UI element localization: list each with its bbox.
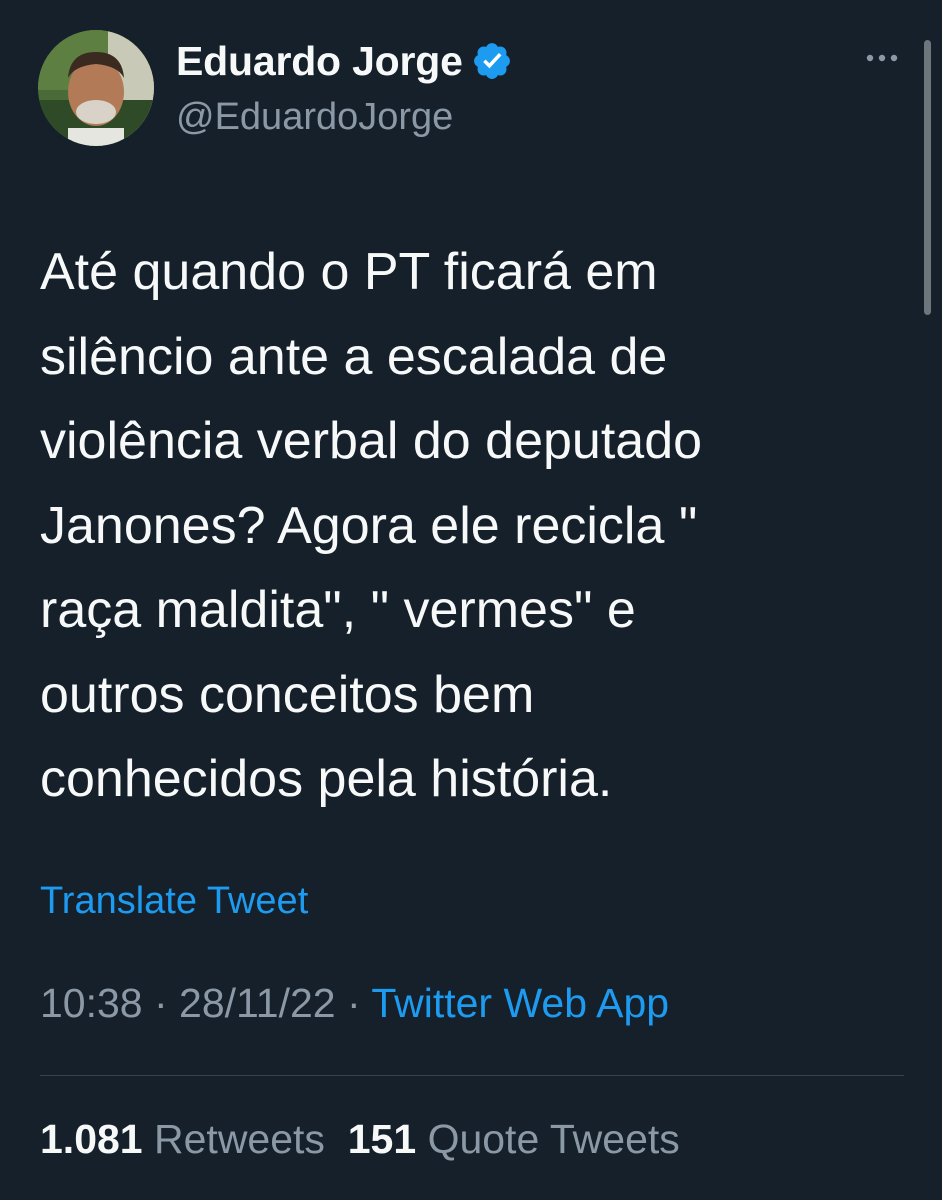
author-handle[interactable]: @EduardoJorge <box>176 96 453 139</box>
author-display-name[interactable]: Eduardo Jorge <box>176 38 463 85</box>
divider <box>40 1075 904 1076</box>
tweet-stats: 1.081 Retweets 151 Quote Tweets <box>40 1116 680 1163</box>
more-horizontal-icon[interactable] <box>862 50 902 66</box>
retweets-stat[interactable]: 1.081 Retweets <box>40 1116 325 1162</box>
quotes-count: 151 <box>347 1116 417 1162</box>
tweet-date[interactable]: 28/11/22 <box>179 980 336 1026</box>
verified-badge-icon <box>471 40 513 82</box>
scrollbar[interactable] <box>924 40 931 315</box>
tweet-text: Até quando o PT ficará em silêncio ante … <box>40 243 703 808</box>
meta-separator: · <box>142 980 180 1026</box>
avatar-photo <box>38 30 154 146</box>
tweet-source-link[interactable]: Twitter Web App <box>371 980 669 1026</box>
retweets-count: 1.081 <box>40 1116 143 1162</box>
meta-separator: · <box>335 980 372 1026</box>
quotes-label: Quote Tweets <box>427 1116 680 1162</box>
translate-tweet-link[interactable]: Translate Tweet <box>40 880 308 923</box>
tweet-detail: Eduardo Jorge @EduardoJorge Até quando o… <box>0 0 942 1200</box>
tweet-time[interactable]: 10:38 <box>40 980 143 1026</box>
tweet-meta: 10:38 · 28/11/22 · Twitter Web App <box>40 980 669 1027</box>
author-name-row[interactable]: Eduardo Jorge <box>176 36 513 86</box>
quote-tweets-stat[interactable]: 151 Quote Tweets <box>348 1116 680 1162</box>
avatar[interactable] <box>38 30 154 146</box>
retweets-label: Retweets <box>154 1116 325 1162</box>
